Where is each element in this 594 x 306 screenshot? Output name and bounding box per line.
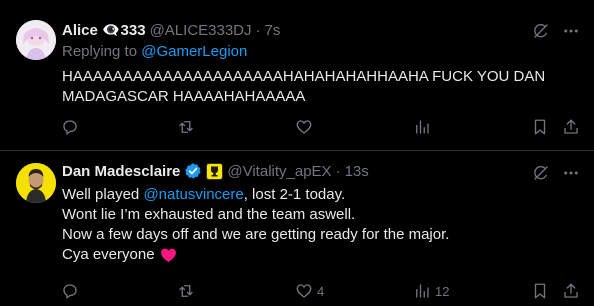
avatar[interactable]	[16, 163, 56, 203]
repost-icon	[179, 285, 193, 297]
heart-emoji-icon	[160, 248, 176, 263]
replying-to: Replying to @GamerLegion	[62, 43, 247, 60]
tweet-text-line: Wont lie I’m exhausted and the team aswe…	[62, 206, 356, 223]
display-name[interactable]: Dan Madesclaire	[62, 163, 180, 180]
like-button[interactable]	[295, 117, 317, 137]
bookmark-button[interactable]	[531, 281, 549, 301]
grok-icon[interactable]	[530, 162, 552, 184]
like-icon	[296, 284, 312, 298]
grok-icon[interactable]	[530, 20, 552, 42]
bookmark-button[interactable]	[531, 117, 549, 137]
reply-icon	[63, 120, 77, 136]
bookmark-icon	[534, 119, 546, 135]
tweet-text: Well played @natusvincere, lost 2-1 toda…	[62, 185, 572, 265]
verified-icon	[184, 162, 202, 180]
tweet-text: HAAAAAAAAAAAAAAAAAAAAAHAHAHAHAHHAAHA FUC…	[62, 67, 572, 107]
display-name[interactable]: Alice	[62, 22, 98, 39]
views-button[interactable]: 12	[413, 281, 449, 301]
tweet-text-line: Well played @natusvincere, lost 2-1 toda…	[62, 185, 572, 205]
bookmark-icon	[534, 283, 546, 299]
views-icon	[416, 120, 429, 134]
share-button[interactable]	[562, 117, 580, 137]
avatar[interactable]	[16, 20, 56, 60]
repost-icon	[179, 121, 193, 133]
share-button[interactable]	[562, 281, 580, 301]
tweet-dan[interactable]: Dan Madesclaire @Vitality_apEX · 13s Wel…	[0, 151, 594, 306]
repost-button[interactable]	[177, 117, 199, 137]
repost-button[interactable]	[177, 281, 199, 301]
share-icon	[564, 119, 578, 134]
mention-link[interactable]: @GamerLegion	[141, 43, 247, 60]
text-fragment: Cya everyone	[62, 246, 155, 263]
views-icon	[416, 284, 429, 298]
reply-icon	[63, 284, 77, 300]
views-count: 12	[435, 283, 450, 299]
action-bar: 4 12	[0, 281, 594, 301]
like-button[interactable]: 4	[295, 281, 324, 301]
share-icon	[564, 283, 578, 298]
user-handle[interactable]: @ALICE333DJ	[150, 22, 252, 39]
timestamp[interactable]: 13s	[345, 163, 369, 180]
tweet-alice[interactable]: Alice 👁‍🗨333 @ALICE333DJ · 7s Replying t…	[0, 0, 594, 151]
action-bar	[0, 117, 594, 137]
timestamp[interactable]: 7s	[265, 22, 281, 39]
name-suffix: 👁‍🗨333	[101, 22, 146, 39]
reply-button[interactable]	[61, 281, 83, 301]
tweet-text-line: Cya everyone	[62, 245, 572, 265]
affiliate-badge-icon[interactable]	[206, 162, 224, 180]
tweet-header: Dan Madesclaire @Vitality_apEX · 13s	[62, 162, 369, 180]
views-button[interactable]	[413, 117, 435, 137]
more-icon[interactable]	[560, 20, 582, 42]
mention-link[interactable]: @natusvincere	[143, 186, 243, 203]
like-icon	[296, 120, 312, 134]
more-icon[interactable]	[560, 162, 582, 184]
tweet-text-line: MADAGASCAR HAAAAHAHAAAAA	[62, 88, 306, 105]
replying-prefix: Replying to	[62, 43, 138, 60]
like-count: 4	[317, 283, 325, 299]
tweet-header: Alice 👁‍🗨333 @ALICE333DJ · 7s	[62, 21, 281, 40]
reply-button[interactable]	[61, 117, 83, 137]
tweet-text-line: Now a few days off and we are getting re…	[62, 226, 450, 243]
separator-dot: ·	[255, 21, 261, 39]
user-handle[interactable]: @Vitality_apEX	[227, 163, 331, 180]
text-fragment: Well played	[62, 186, 144, 203]
tweet-text-line: HAAAAAAAAAAAAAAAAAAAAAHAHAHAHAHHAAHA FUC…	[62, 68, 546, 85]
text-fragment: , lost 2-1 today.	[243, 186, 346, 203]
separator-dot: ·	[335, 162, 341, 180]
